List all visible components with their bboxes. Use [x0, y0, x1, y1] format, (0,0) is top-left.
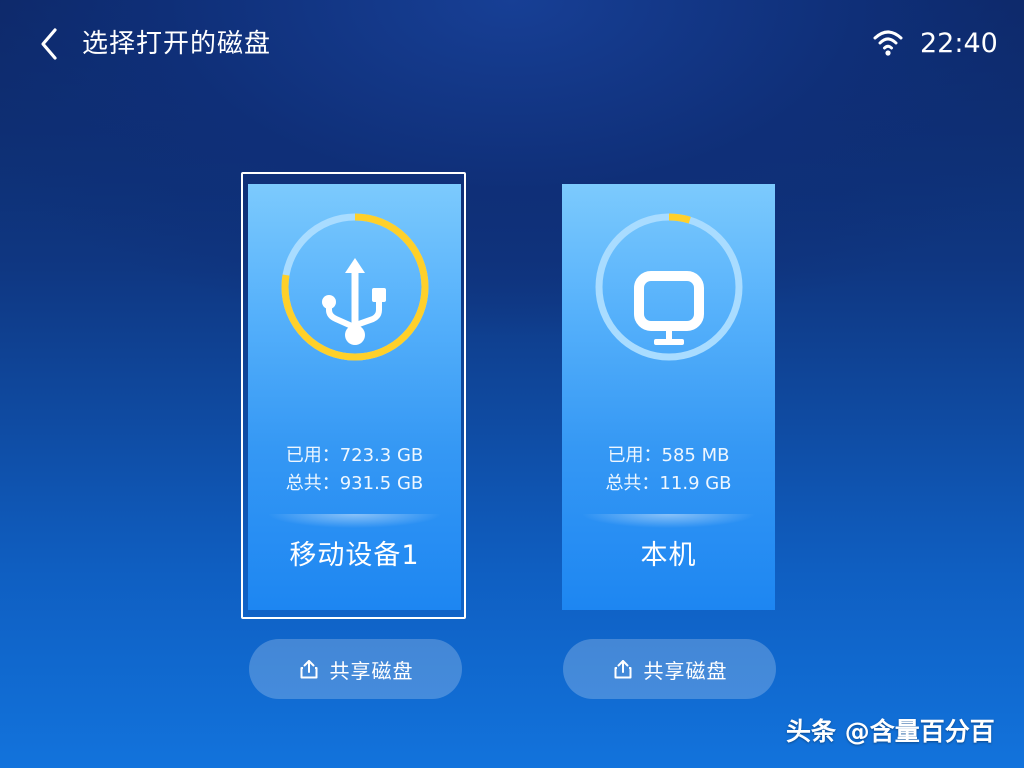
divider-glow — [582, 514, 755, 528]
divider-glow — [268, 514, 441, 528]
header-bar: 选择打开的磁盘 22:40 — [0, 0, 1024, 88]
total-space-label: 总共：11.9 GB — [605, 473, 732, 494]
watermark: 头条 @含量百分百 — [786, 717, 995, 746]
share-disk-button[interactable]: 共享磁盘 — [563, 639, 776, 699]
disk-name: 移动设备1 — [289, 540, 420, 571]
total-space-label: 总共：931.5 GB — [285, 473, 424, 494]
share-disk-label: 共享磁盘 — [643, 658, 728, 683]
disk-card-removable[interactable]: 已用：723.3 GB 总共：931.5 GB 移动设备1 — [248, 184, 461, 610]
back-button[interactable] — [34, 24, 66, 64]
disk-card-selection-frame: 已用：723.3 GB 总共：931.5 GB 移动设备1 — [241, 172, 466, 619]
disk-name: 本机 — [640, 540, 697, 571]
wifi-icon — [872, 27, 904, 57]
share-upload-icon — [300, 660, 317, 679]
disk-card-local[interactable]: 已用：585 MB 总共：11.9 GB 本机 — [562, 184, 775, 610]
status-time: 22:40 — [920, 28, 998, 59]
page-title: 选择打开的磁盘 — [82, 29, 272, 59]
disk-card-frame: 已用：585 MB 总共：11.9 GB 本机 — [562, 184, 775, 610]
share-upload-icon — [614, 660, 631, 679]
share-disk-label: 共享磁盘 — [329, 658, 414, 683]
chevron-left-icon — [41, 28, 57, 60]
disk-usage-stats: 已用：585 MB 总共：11.9 GB — [562, 442, 775, 498]
monitor-icon — [594, 212, 744, 362]
disk-usage-stats: 已用：723.3 GB 总共：931.5 GB — [248, 442, 461, 498]
usb-icon — [280, 212, 430, 362]
used-space-label: 已用：585 MB — [607, 445, 730, 466]
share-disk-button[interactable]: 共享磁盘 — [249, 639, 462, 699]
used-space-label: 已用：723.3 GB — [285, 445, 424, 466]
